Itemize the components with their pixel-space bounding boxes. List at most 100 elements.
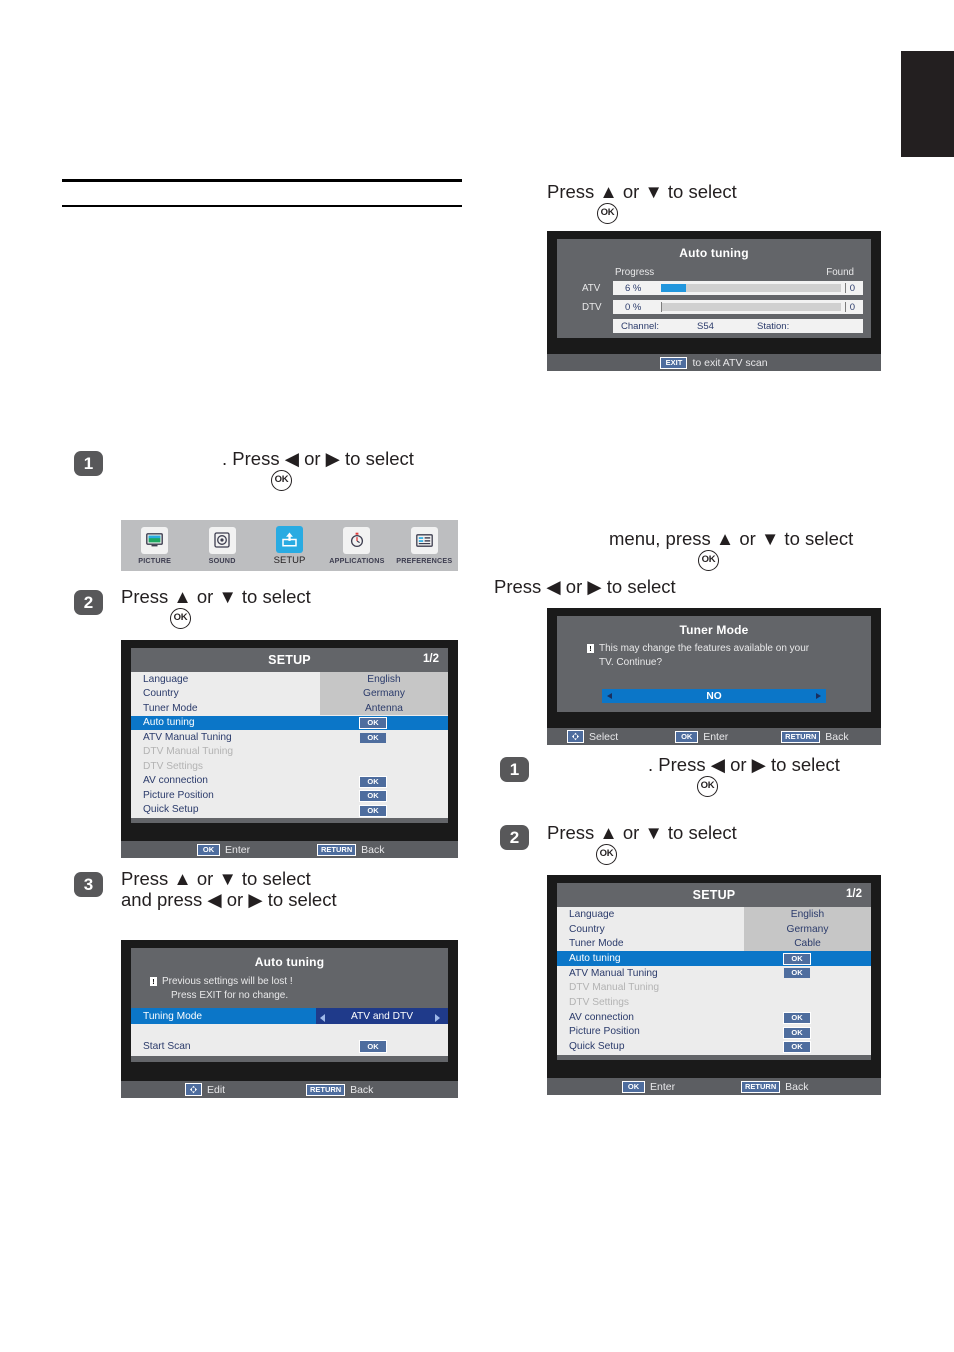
row-label: Tuner Mode xyxy=(143,702,198,714)
ok-keycap[interactable]: OK xyxy=(197,843,220,856)
row-ok-button[interactable]: OK xyxy=(359,717,387,729)
dtv-progress-start-tick xyxy=(661,302,662,312)
table-row[interactable]: Country Germany xyxy=(131,687,448,702)
return-footer-label: Back xyxy=(825,730,849,743)
row-ok-button[interactable]: OK xyxy=(359,775,387,788)
left-step-1-ok: OK xyxy=(271,470,292,491)
table-row[interactable]: ATV Manual Tuning OK xyxy=(131,730,448,745)
return-keycap[interactable]: RETURN xyxy=(781,730,821,743)
table-row[interactable]: Quick Setup OK xyxy=(131,803,448,818)
monitor-icon-svg xyxy=(146,533,164,547)
table-row[interactable]: Country Germany xyxy=(557,922,871,937)
return-keycap[interactable]: RETURN xyxy=(741,1080,781,1093)
table-row[interactable]: Language English xyxy=(557,907,871,922)
row-ok-button[interactable]: OK xyxy=(783,1026,811,1039)
table-row[interactable]: Picture Position OK xyxy=(557,1025,871,1040)
ok-keycap[interactable]: OK xyxy=(622,1080,645,1093)
menu-item-sound[interactable]: SOUND xyxy=(188,526,255,565)
auto-tuning-dialog-inner: Auto tuning ! Previous settings will be … xyxy=(131,948,448,1062)
tuner-mode-selector[interactable]: NO xyxy=(602,689,826,703)
atv-percent: 6 % xyxy=(625,283,642,294)
menu-label-applications: APPLICATIONS xyxy=(329,555,385,565)
left-setup-panel-inner: SETUP 1/2 Language English Country Germa… xyxy=(131,648,448,823)
row-label: Tuner Mode xyxy=(569,938,624,950)
ok-button-icon: OK xyxy=(597,203,618,224)
left-step-2-ok: OK xyxy=(170,608,191,629)
header-rule-top xyxy=(62,179,462,182)
tuner-mode-warn-line1: This may change the features available o… xyxy=(599,643,810,654)
exit-footer-label: to exit ATV scan xyxy=(692,356,768,369)
right-step-2-text: Press ▲ or ▼ to select xyxy=(547,822,737,843)
table-row[interactable]: Picture Position OK xyxy=(131,788,448,803)
row-label: AV connection xyxy=(143,775,208,787)
dpad-icon[interactable] xyxy=(185,1083,202,1096)
row-value: Germany xyxy=(786,923,829,935)
ok-keycap[interactable]: OK xyxy=(675,730,699,743)
table-row[interactable]: AV connection OK xyxy=(131,774,448,789)
manual-page: 1 . Press ◀ or ▶ to select OK PICTURE SO… xyxy=(0,0,954,1352)
ok-button-icon: OK xyxy=(271,470,292,491)
spinner-right-arrow-icon[interactable] xyxy=(435,1013,440,1022)
found-header: Found xyxy=(826,267,854,278)
ok-footer-label: Enter xyxy=(703,730,729,743)
left-step-1-text: . Press ◀ or ▶ to select xyxy=(222,448,414,469)
warning-icon: ! xyxy=(150,977,157,986)
start-scan-row[interactable]: Start Scan OK xyxy=(131,1038,448,1054)
row-label: DTV Manual Tuning xyxy=(569,982,660,994)
auto-tuning-dialog-title: Auto tuning xyxy=(254,955,325,969)
row-label: Auto tuning xyxy=(143,717,195,729)
table-row[interactable]: AV connection OK xyxy=(557,1010,871,1025)
row-ok-button[interactable]: OK xyxy=(359,790,387,802)
atv-progress-track xyxy=(661,284,841,292)
atv-found-count: 0 xyxy=(849,283,855,294)
left-setup-title: SETUP xyxy=(268,653,311,667)
menu-item-preferences[interactable]: PREFERENCES xyxy=(391,526,458,565)
table-row[interactable]: ATV Manual Tuning OK xyxy=(557,966,871,981)
table-row[interactable]: Tuner Mode Cable xyxy=(557,936,871,951)
menu-item-setup[interactable]: SETUP xyxy=(256,525,323,566)
row-ok-button[interactable]: OK xyxy=(783,1041,811,1054)
menu-label-sound: SOUND xyxy=(208,555,236,565)
left-step-1-badge: 1 xyxy=(74,451,103,476)
channel-label: Channel: xyxy=(621,321,660,332)
right-setup-list: Language English Country Germany Tuner M… xyxy=(557,907,871,1055)
table-row[interactable]: Tuner Mode Antenna xyxy=(131,701,448,716)
ok-footer-label: Enter xyxy=(225,843,251,856)
monitor-icon xyxy=(141,526,169,554)
speaker-icon-svg xyxy=(214,532,230,548)
row-label: Picture Position xyxy=(143,789,214,801)
row-ok-button[interactable]: OK xyxy=(360,732,386,743)
row-ok-button[interactable]: OK xyxy=(784,968,810,979)
dpad-icon[interactable] xyxy=(567,730,584,743)
exit-keycap[interactable]: EXIT xyxy=(660,356,688,369)
return-keycap[interactable]: RETURN xyxy=(306,1083,346,1096)
table-row-selected[interactable]: Auto tuning OK xyxy=(131,715,448,730)
menu-item-applications[interactable]: APPLICATIONS xyxy=(323,526,390,565)
right-step-1-text: . Press ◀ or ▶ to select xyxy=(648,754,840,775)
table-row[interactable]: Language English xyxy=(131,672,448,687)
table-row-selected[interactable]: Auto tuning OK xyxy=(557,951,871,966)
menu-item-picture[interactable]: PICTURE xyxy=(121,526,188,565)
right-step-2-ok: OK xyxy=(596,844,617,865)
row-ok-button[interactable]: OK xyxy=(359,804,387,817)
page-edge-tab xyxy=(901,51,954,157)
ok-footer-label: Enter xyxy=(650,1080,676,1093)
atv-progress-end-tick xyxy=(845,283,846,293)
tuning-mode-value: ATV and DTV xyxy=(350,1010,414,1022)
row-label: DTV Settings xyxy=(569,996,630,1008)
tuning-mode-row[interactable]: Tuning Mode ATV and DTV xyxy=(131,1008,448,1024)
tuner-mode-selector-value: NO xyxy=(706,690,722,702)
row-ok-button[interactable]: OK xyxy=(783,1011,811,1024)
ok-button-icon: OK xyxy=(170,608,191,629)
start-scan-ok-button[interactable]: OK xyxy=(359,1040,387,1053)
return-keycap[interactable]: RETURN xyxy=(317,843,357,856)
ok-button-icon: OK xyxy=(596,844,617,865)
selector-left-arrow-icon[interactable] xyxy=(607,692,612,699)
row-label: Tuning Mode xyxy=(143,1010,203,1022)
selector-right-arrow-icon[interactable] xyxy=(816,692,821,699)
tuner-mode-dialog-inner: Tuner Mode ! This may change the feature… xyxy=(557,616,871,712)
table-row[interactable]: Quick Setup OK xyxy=(557,1039,871,1054)
row-label: Language xyxy=(143,673,189,685)
row-label: Country xyxy=(569,923,605,935)
row-ok-button[interactable]: OK xyxy=(783,952,811,965)
